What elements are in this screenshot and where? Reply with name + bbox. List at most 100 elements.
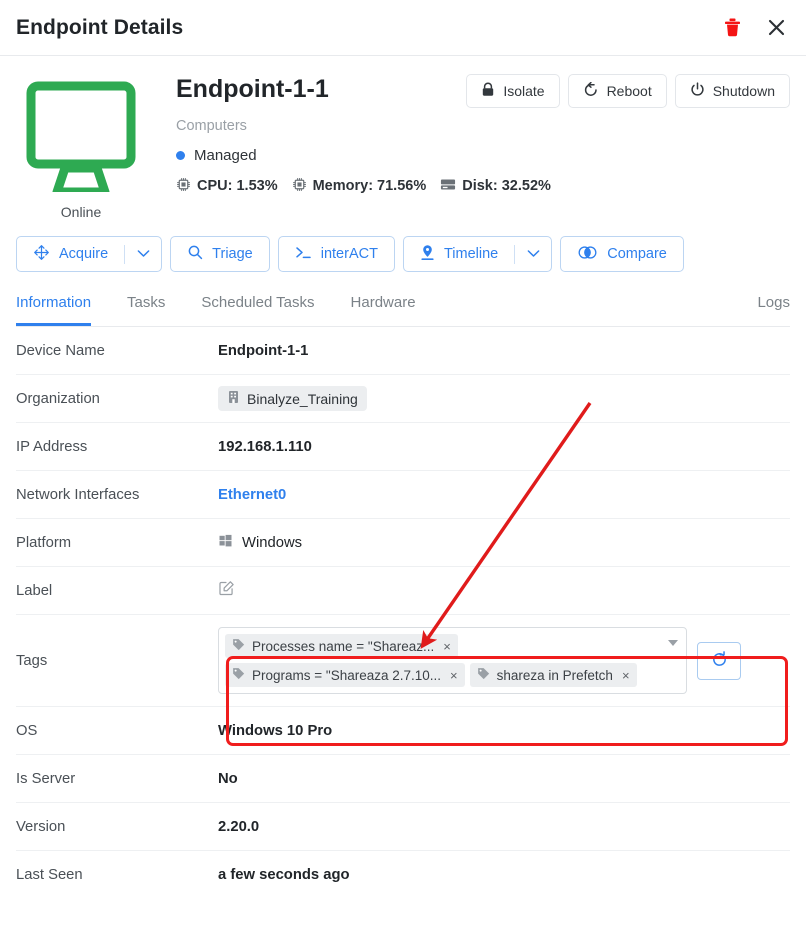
tag-remove-icon[interactable]: ×: [622, 668, 630, 683]
compare-main[interactable]: Compare: [561, 237, 683, 271]
table-row-last-seen: Last Seen a few seconds ago: [16, 851, 790, 899]
tab-information[interactable]: Information: [16, 288, 92, 326]
endpoint-information-table: Device Name Endpoint-1-1 Organization Bi…: [0, 327, 806, 899]
row-value: a few seconds ago: [218, 867, 350, 883]
shutdown-button[interactable]: Shutdown: [674, 74, 790, 108]
reboot-button[interactable]: Reboot: [567, 74, 667, 108]
acquire-button[interactable]: Acquire: [16, 236, 163, 272]
table-row-organization: Organization Binalyze_Training: [16, 375, 790, 423]
acquire-dropdown-toggle[interactable]: [125, 237, 161, 271]
acquire-main[interactable]: Acquire: [17, 237, 124, 271]
row-label: Platform: [16, 534, 72, 551]
tag-chip[interactable]: shareza in Prefetch ×: [469, 663, 637, 687]
tag-chip-label: shareza in Prefetch: [496, 667, 613, 683]
pin-icon: [420, 244, 435, 265]
chevron-down-icon: [137, 246, 150, 262]
row-value: Windows 10 Pro: [218, 722, 333, 739]
tag-chip[interactable]: Programs = "Shareaza 2.7.10... ×: [225, 663, 465, 687]
status-dot-icon: [176, 150, 185, 160]
network-interface-link[interactable]: Ethernet0: [218, 487, 286, 503]
table-row-is-server: Is Server No: [16, 755, 790, 803]
metric-memory-label: Memory: 71.56%: [312, 178, 427, 194]
tag-icon: [477, 667, 490, 683]
tab-tasks[interactable]: Tasks: [127, 288, 165, 326]
row-value: Binalyze_Training: [218, 386, 790, 411]
page-title: Endpoint Details: [16, 15, 184, 39]
refresh-tags-button[interactable]: [697, 641, 741, 680]
tab-logs[interactable]: Logs: [757, 288, 790, 326]
isolate-label: Isolate: [503, 83, 545, 99]
tab-scheduled-tasks[interactable]: Scheduled Tasks: [201, 288, 314, 326]
organization-name: Binalyze_Training: [247, 390, 358, 407]
compare-label: Compare: [607, 246, 667, 262]
close-icon: [767, 18, 786, 37]
chevron-down-icon[interactable]: [668, 640, 678, 646]
acquire-label: Acquire: [59, 246, 109, 262]
triage-button[interactable]: Triage: [170, 236, 270, 272]
detail-tabs: Information Tasks Scheduled Tasks Hardwa…: [16, 288, 790, 327]
disk-icon: [440, 177, 456, 196]
row-label: Is Server: [16, 770, 76, 787]
interact-main[interactable]: interACT: [279, 237, 394, 271]
endpoint-info-block: Endpoint-1-1 Computers Managed CPU: 1.53…: [146, 74, 790, 220]
delete-endpoint-button[interactable]: [724, 18, 741, 37]
tag-chip-label: Programs = "Shareaza 2.7.10...: [252, 667, 442, 683]
monitor-icon: [23, 76, 139, 197]
triage-main[interactable]: Triage: [171, 237, 269, 271]
timeline-main[interactable]: Timeline: [404, 237, 514, 271]
timeline-label: Timeline: [443, 246, 499, 262]
primary-action-bar: Acquire Triage interACT Timeline Compare: [0, 220, 806, 272]
table-row-label: Label: [16, 567, 790, 615]
tag-chip-label: Processes name = "Shareaz...: [252, 638, 435, 654]
interact-button[interactable]: interACT: [277, 236, 395, 272]
row-label: Network Interfaces: [16, 486, 140, 503]
timeline-button[interactable]: Timeline: [402, 236, 553, 272]
row-value: Processes name = "Shareaz... × Programs …: [218, 627, 790, 694]
shutdown-label: Shutdown: [712, 83, 775, 99]
tags-multiselect[interactable]: Processes name = "Shareaz... × Programs …: [218, 627, 687, 694]
building-icon: [227, 390, 240, 407]
cpu-icon: [176, 177, 191, 196]
terminal-icon: [295, 245, 312, 264]
timeline-dropdown-toggle[interactable]: [515, 237, 551, 271]
row-label: Tags: [16, 652, 48, 669]
row-label: Organization: [16, 390, 100, 407]
close-dialog-button[interactable]: [767, 18, 786, 37]
tag-chip[interactable]: Processes name = "Shareaz... ×: [225, 634, 458, 658]
row-value: 2.20.0: [218, 818, 260, 835]
chevron-down-icon: [527, 246, 540, 262]
row-value: Windows: [218, 533, 790, 552]
tag-icon: [232, 667, 245, 683]
lock-icon: [481, 82, 495, 100]
table-row-os: OS Windows 10 Pro: [16, 707, 790, 755]
device-status-block: Online: [16, 74, 146, 220]
metric-cpu-label: CPU: 1.53%: [197, 178, 278, 194]
reboot-label: Reboot: [606, 83, 652, 99]
tag-remove-icon[interactable]: ×: [443, 639, 451, 654]
row-value: 192.168.1.110: [218, 438, 312, 455]
tag-remove-icon[interactable]: ×: [450, 668, 458, 683]
row-label: Device Name: [16, 342, 105, 359]
endpoint-control-actions: Isolate Reboot Shutdown: [466, 74, 790, 108]
row-label: Version: [16, 818, 66, 835]
endpoint-details-dialog: Endpoint Details Online Endpoint-1-1 Com…: [0, 0, 806, 933]
row-value: No: [218, 770, 238, 787]
table-row-tags: Tags Processes name = "Shareaz... × Prog…: [16, 615, 790, 707]
endpoint-group: Computers: [176, 117, 247, 134]
endpoint-summary: Online Endpoint-1-1 Computers Managed CP…: [0, 56, 806, 220]
row-value: [218, 580, 790, 601]
row-label: Last Seen: [16, 867, 83, 883]
device-status-label: Online: [60, 204, 102, 220]
metrics-row: CPU: 1.53% Memory: 71.56% Disk: 32.52%: [176, 177, 790, 196]
tab-hardware[interactable]: Hardware: [351, 288, 416, 326]
compare-button[interactable]: Compare: [560, 236, 684, 272]
isolate-button[interactable]: Isolate: [466, 74, 560, 108]
table-row-version: Version 2.20.0: [16, 803, 790, 851]
platform-name: Windows: [242, 534, 303, 551]
refresh-icon: [711, 650, 728, 671]
metric-disk: Disk: 32.52%: [440, 177, 551, 196]
managed-status-row: Managed: [176, 147, 790, 164]
managed-status-label: Managed: [194, 146, 257, 164]
edit-icon[interactable]: [218, 580, 235, 601]
row-label: IP Address: [16, 438, 88, 455]
